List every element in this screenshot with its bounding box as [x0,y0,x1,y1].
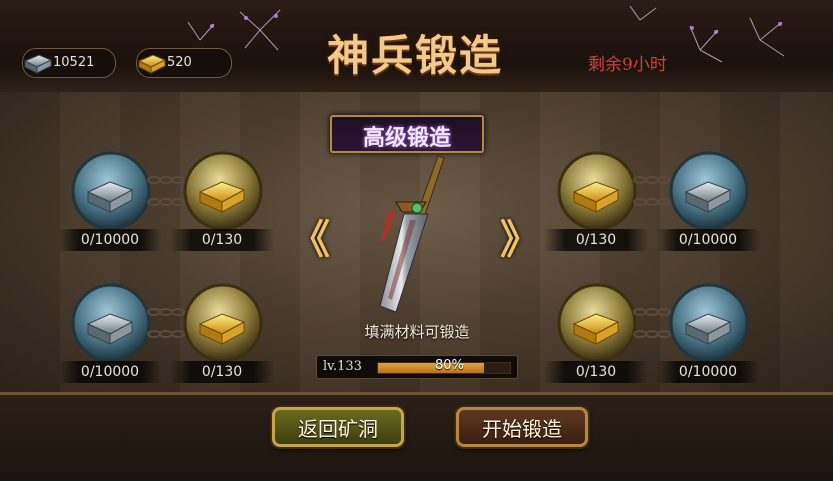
chain-decoration [147,176,185,206]
silver-resource: 10521 [22,48,116,78]
forge-tier-label: 高级锻造 [362,125,451,151]
silver-ingot-icon [21,43,55,81]
chain-decoration [147,308,185,338]
gold-amount: 520 [167,55,192,70]
silver-amount: 10521 [53,55,95,70]
material-slot-silver[interactable] [70,282,152,364]
sword-icon [378,155,445,313]
slot-count: 0/130 [170,229,274,251]
slot-count: 0/10000 [58,229,162,251]
prev-arrow[interactable]: 《 [290,207,330,265]
material-slot-gold[interactable] [182,282,264,364]
header: 10521 520 神兵锻造 剩余9小时 [0,0,833,95]
chain-decoration [633,308,671,338]
start-forge-button[interactable]: 开始锻造 [456,407,588,447]
next-arrow[interactable]: 》 [500,207,540,265]
slot-count: 0/10000 [656,361,760,383]
slot-count: 0/10000 [656,229,760,251]
progress-fill [378,363,484,373]
material-slot-gold[interactable] [182,150,264,232]
slot-count: 0/130 [544,229,648,251]
material-slot-gold[interactable] [556,150,638,232]
forge-tier-banner: 高级锻造 [330,115,484,153]
gold-resource: 520 [136,48,232,78]
chain-decoration [633,176,671,206]
level-label: lv.133 [323,359,362,374]
material-slot-silver[interactable] [668,150,750,232]
gold-ingot-icon [135,43,169,81]
material-slot-silver[interactable] [668,282,750,364]
bottom-bar [0,395,833,481]
forge-screen: 10521 520 神兵锻造 剩余9小时 高级锻造 0/10000 0/130 … [0,0,833,481]
progress-percent: 80% [435,358,464,373]
material-slot-gold[interactable] [556,282,638,364]
slot-count: 0/130 [544,361,648,383]
time-remaining: 剩余9小时 [588,55,667,75]
return-to-mine-button[interactable]: 返回矿洞 [272,407,404,447]
slot-count: 0/130 [170,361,274,383]
forge-hint: 填满材料可锻造 [364,323,470,341]
level-progress: lv.133 80% [316,355,518,379]
material-slot-silver[interactable] [70,150,152,232]
page-title: 神兵锻造 [326,31,503,80]
slot-count: 0/10000 [58,361,162,383]
